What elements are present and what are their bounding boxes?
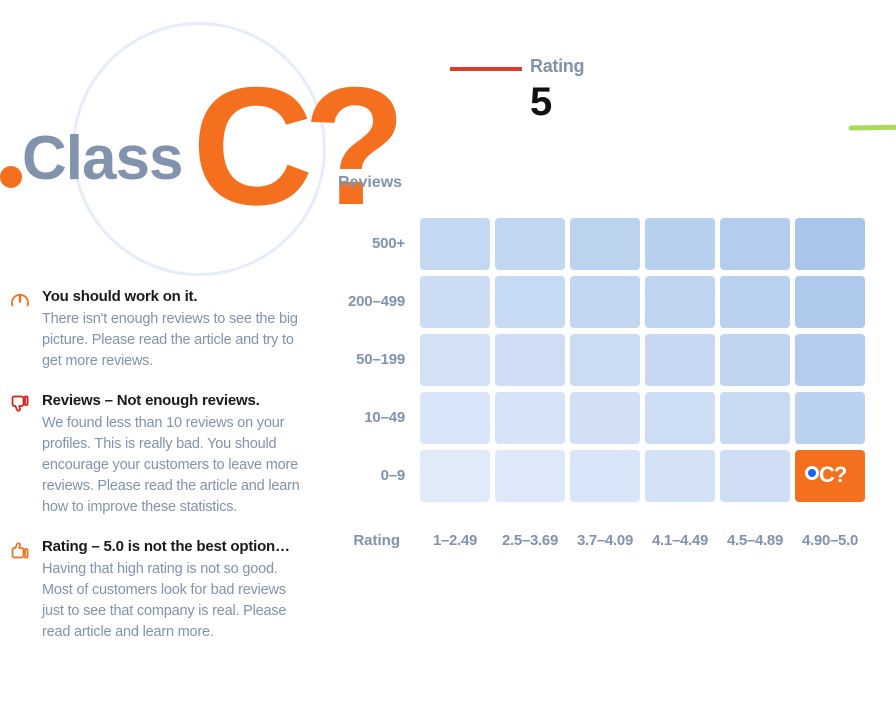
heatmap-cell[interactable]	[645, 392, 715, 444]
heatmap-cell[interactable]	[795, 276, 865, 328]
heatmap-cell[interactable]	[570, 450, 640, 502]
metric-rating-value: 5	[530, 80, 553, 124]
heatmap-cell[interactable]	[420, 276, 490, 328]
thumbs-down-icon	[10, 394, 30, 414]
heatmap-cell[interactable]	[720, 392, 790, 444]
sparkline-rising-icon	[848, 52, 896, 139]
matrix-column-label: 1–2.49	[432, 532, 478, 549]
heatmap-cell[interactable]	[795, 334, 865, 386]
sparkline-flat-icon	[448, 62, 524, 80]
rating-reviews-heatmap: C?	[420, 218, 868, 510]
heatmap-cell[interactable]	[420, 450, 490, 502]
heatmap-cell-active[interactable]: C?	[795, 450, 865, 502]
current-position-marker-icon	[805, 466, 819, 480]
heatmap-cell[interactable]	[645, 334, 715, 386]
heatmap-cell[interactable]	[570, 334, 640, 386]
matrix-row-label: 500+	[372, 235, 405, 252]
heatmap-cell[interactable]	[420, 334, 490, 386]
header-metrics: Rating 5 Reviews per profile 8	[448, 46, 896, 146]
heatmap-cell[interactable]	[645, 218, 715, 270]
heatmap-cell[interactable]	[720, 218, 790, 270]
heatmap-cell[interactable]	[645, 276, 715, 328]
heatmap-cell[interactable]	[420, 392, 490, 444]
matrix-x-axis-title: Rating	[353, 532, 400, 549]
heatmap-cell[interactable]	[645, 450, 715, 502]
heatmap-cell[interactable]	[495, 334, 565, 386]
thumbs-up-icon	[10, 540, 30, 560]
matrix-column-label: 4.90–5.0	[802, 532, 858, 549]
matrix-column-label: 3.7–4.09	[577, 532, 633, 549]
matrix-column-label: 4.5–4.89	[727, 532, 783, 549]
note-rating: Rating – 5.0 is not the best option… Hav…	[0, 536, 310, 643]
logo-class-word: Class	[22, 124, 183, 193]
heatmap-cell[interactable]	[495, 450, 565, 502]
heatmap-cell[interactable]	[495, 276, 565, 328]
heatmap-cell[interactable]	[720, 450, 790, 502]
note-title: Rating – 5.0 is not the best option…	[42, 537, 290, 555]
matrix-y-axis-title: Reviews	[338, 174, 403, 191]
matrix-row-label: 200–499	[348, 293, 405, 310]
heatmap-cell[interactable]	[570, 276, 640, 328]
note-body: Having that high rating is not so good. …	[42, 560, 287, 640]
matrix-row-label: 50–199	[356, 351, 405, 368]
matrix-column-label: 2.5–3.69	[502, 532, 558, 549]
heatmap-cell[interactable]	[420, 218, 490, 270]
matrix-row-labels: 500+ 200–499 50–199 10–49 0–9	[250, 218, 405, 510]
heatmap-cell[interactable]	[720, 276, 790, 328]
heatmap-cell[interactable]	[570, 392, 640, 444]
heatmap-cell[interactable]	[495, 392, 565, 444]
metric-rating-label: Rating	[530, 56, 585, 76]
bullet-dot-icon	[0, 166, 22, 188]
heatmap-cell[interactable]	[495, 218, 565, 270]
matrix-column-label: 4.1–4.49	[652, 532, 708, 549]
matrix-row-label: 10–49	[364, 409, 405, 426]
gauge-icon	[10, 290, 30, 310]
heatmap-cell[interactable]	[795, 392, 865, 444]
heatmap-cell-grade-label: C?	[819, 462, 847, 487]
heatmap-cell[interactable]	[795, 218, 865, 270]
heatmap-cell[interactable]	[720, 334, 790, 386]
matrix-column-labels: 1–2.49 2.5–3.69 3.7–4.09 4.1–4.49 4.5–4.89 4.…	[420, 532, 868, 552]
heatmap-cell[interactable]	[570, 218, 640, 270]
matrix-row-label: 0–9	[380, 467, 406, 484]
logo-grade-value: C?	[192, 52, 406, 240]
